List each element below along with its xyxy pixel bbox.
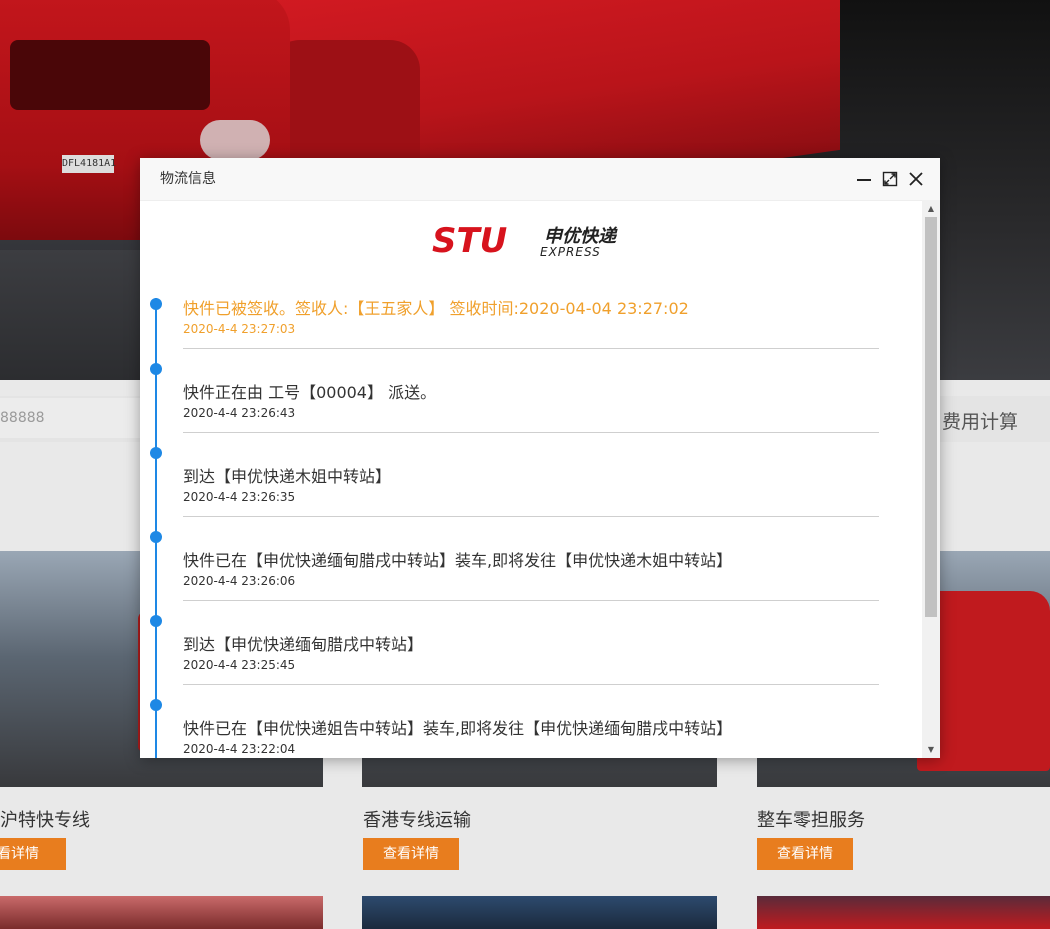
timeline-dot [150,298,162,310]
truck-grille [10,40,210,110]
scrollbar-thumb[interactable] [925,217,937,617]
tracking-event-text: 快件已被签收。签收人:【王五家人】 签收时间:2020-04-04 23:27:… [183,299,689,318]
dialog-title: 物流信息 [160,171,216,187]
dialog-scrollbar[interactable]: ▲ ▼ [922,200,940,758]
timeline-divider [183,348,879,349]
tracking-event-time: 2020-4-4 23:26:35 [183,490,296,504]
timeline-dot [150,615,162,627]
logistics-info-dialog: 物流信息 STU 申优快递 EXPRESS 快件已被签收。签收人:【王五家人】 … [140,158,940,758]
tracking-event-time: 2020-4-4 23:27:03 [183,322,296,336]
tracking-event-time: 2020-4-4 23:25:45 [183,658,296,672]
tracking-event-time: 2020-4-4 23:26:06 [183,574,296,588]
svg-text:申优快递: 申优快递 [544,226,618,247]
service-card-image[interactable] [757,896,1050,929]
service-card-detail-button[interactable]: 查看详情 [757,838,853,870]
dialog-header: 物流信息 [140,158,940,201]
close-icon[interactable] [908,171,924,187]
fee-calculator-link[interactable]: 费用计算 [942,407,1018,434]
timeline-divider [183,684,879,685]
svg-text:STU: STU [432,221,507,260]
timeline-divider [183,432,879,433]
service-card-image[interactable] [362,896,717,929]
service-card-title[interactable]: 整车零担服务 [757,806,865,832]
svg-text:EXPRESS: EXPRESS [540,245,601,259]
tracking-event-text: 快件已在【申优快递姐告中转站】装车,即将发往【申优快递缅甸腊戌中转站】 [183,719,733,738]
scroll-down-icon[interactable]: ▼ [922,741,940,758]
tracking-event-time: 2020-4-4 23:26:43 [183,406,296,420]
timeline-dot [150,699,162,711]
tracking-event-time: 2020-4-4 23:22:04 [183,742,296,756]
service-card-detail-button[interactable]: 看详情 [0,838,66,870]
tracking-event-text: 到达【申优快递木姐中转站】 [183,467,392,486]
tracking-event-text: 到达【申优快递缅甸腊戌中转站】 [183,635,424,654]
tracking-event-text: 快件正在由 工号【00004】 派送。 [183,383,437,402]
minimize-icon[interactable] [856,171,872,187]
timeline-dot [150,447,162,459]
timeline-dot [150,531,162,543]
service-card-detail-button[interactable]: 查看详情 [363,838,459,870]
service-card-image[interactable] [0,896,323,929]
license-plate: DFL4181A1 [62,155,116,173]
dialog-content: STU 申优快递 EXPRESS 快件已被签收。签收人:【王五家人】 签收时间:… [140,200,922,758]
truck-headlamp [200,120,270,160]
tracking-number-input[interactable]: 88888 [0,398,140,438]
timeline-dot [150,363,162,375]
stu-express-logo: STU 申优快递 EXPRESS [432,221,618,260]
timeline-divider [183,600,879,601]
tracking-event-text: 快件已在【申优快递缅甸腊戌中转站】装车,即将发往【申优快递木姐中转站】 [183,551,733,570]
scroll-up-icon[interactable]: ▲ [922,200,940,217]
timeline-divider [183,516,879,517]
service-card-title[interactable]: 沪特快专线 [0,806,90,832]
maximize-icon[interactable] [882,171,898,187]
service-card-title[interactable]: 香港专线运输 [363,806,471,832]
